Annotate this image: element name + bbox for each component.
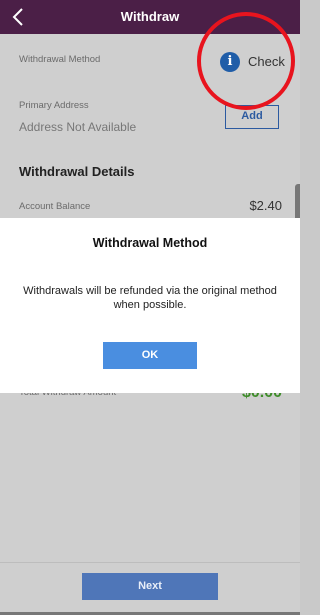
account-balance-value: $2.40 bbox=[249, 198, 282, 213]
account-balance-label: Account Balance bbox=[19, 201, 91, 212]
dialog-title: Withdrawal Method bbox=[92, 236, 208, 250]
withdrawal-method-dialog: Withdrawal Method Withdrawals will be re… bbox=[0, 218, 300, 393]
withdrawal-method-value: Check bbox=[248, 54, 285, 69]
footer-divider bbox=[0, 562, 300, 563]
dialog-message: Withdrawals will be refunded via the ori… bbox=[23, 285, 277, 311]
primary-address-label: Primary Address bbox=[19, 100, 89, 111]
add-address-button[interactable]: Add bbox=[225, 105, 279, 129]
primary-address-value: Address Not Available bbox=[19, 120, 137, 134]
info-icon[interactable]: i bbox=[220, 52, 240, 72]
next-button[interactable]: Next bbox=[82, 573, 218, 600]
app-header: Withdraw bbox=[0, 0, 300, 34]
page-title: Withdraw bbox=[120, 9, 180, 24]
withdrawal-method-label: Withdrawal Method bbox=[19, 54, 101, 65]
info-icon-glyph: i bbox=[227, 54, 233, 69]
ok-button[interactable]: OK bbox=[103, 342, 197, 369]
withdrawal-details-heading: Withdrawal Details bbox=[19, 164, 135, 179]
